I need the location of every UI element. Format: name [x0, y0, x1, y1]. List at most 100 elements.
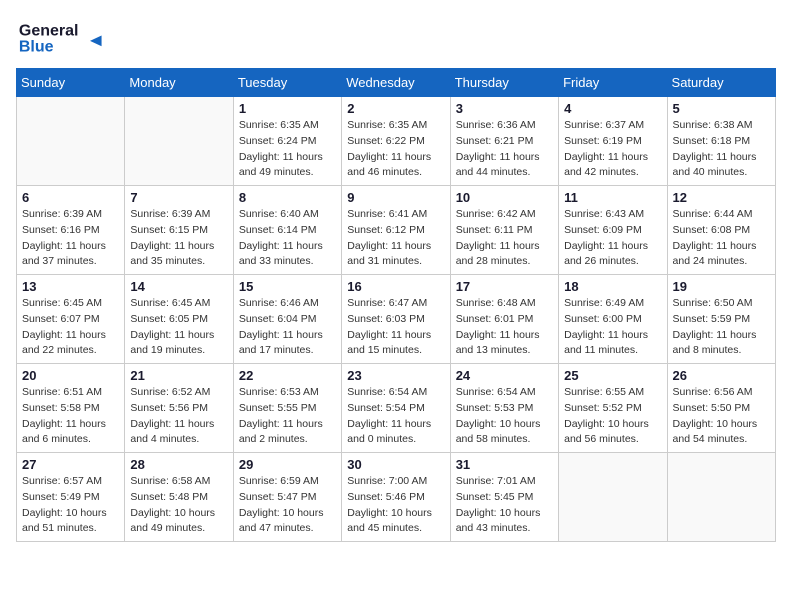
day-number: 3 — [456, 101, 553, 116]
weekday-header-monday: Monday — [125, 69, 233, 97]
svg-text:General: General — [19, 23, 79, 40]
day-number: 4 — [564, 101, 661, 116]
day-detail: Sunrise: 6:46 AM Sunset: 6:04 PM Dayligh… — [239, 296, 336, 359]
day-number: 27 — [22, 457, 119, 472]
day-detail: Sunrise: 6:35 AM Sunset: 6:24 PM Dayligh… — [239, 118, 336, 181]
day-number: 10 — [456, 190, 553, 205]
day-detail: Sunrise: 6:39 AM Sunset: 6:15 PM Dayligh… — [130, 207, 227, 270]
day-detail: Sunrise: 6:43 AM Sunset: 6:09 PM Dayligh… — [564, 207, 661, 270]
svg-text:Blue: Blue — [19, 39, 54, 56]
weekday-header-row: SundayMondayTuesdayWednesdayThursdayFrid… — [17, 69, 776, 97]
day-detail: Sunrise: 6:35 AM Sunset: 6:22 PM Dayligh… — [347, 118, 444, 181]
calendar-cell: 27 Sunrise: 6:57 AM Sunset: 5:49 PM Dayli… — [17, 453, 125, 542]
day-detail: Sunrise: 6:44 AM Sunset: 6:08 PM Dayligh… — [673, 207, 770, 270]
calendar-cell — [17, 97, 125, 186]
page-header: General Blue — [16, 16, 776, 56]
calendar-cell: 13Sunrise: 6:45 AM Sunset: 6:07 PM Dayli… — [17, 275, 125, 364]
day-number: 17 — [456, 279, 553, 294]
logo: General Blue — [16, 16, 116, 56]
day-detail: Sunrise: 6:47 AM Sunset: 6:03 PM Dayligh… — [347, 296, 444, 359]
day-detail: Sunrise: 6:48 AM Sunset: 6:01 PM Dayligh… — [456, 296, 553, 359]
day-detail: Sunrise: 6:37 AM Sunset: 6:19 PM Dayligh… — [564, 118, 661, 181]
calendar-cell: 3 Sunrise: 6:36 AM Sunset: 6:21 PM Daylig… — [450, 97, 558, 186]
day-number: 28 — [130, 457, 227, 472]
day-number: 2 — [347, 101, 444, 116]
day-number: 24 — [456, 368, 553, 383]
calendar-cell: 19 Sunrise: 6:50 AM Sunset: 5:59 PM Dayli… — [667, 275, 775, 364]
calendar-cell: 24Sunrise: 6:54 AM Sunset: 5:53 PM Dayli… — [450, 364, 558, 453]
weekday-header-thursday: Thursday — [450, 69, 558, 97]
weekday-header-sunday: Sunday — [17, 69, 125, 97]
calendar-cell: 23Sunrise: 6:54 AM Sunset: 5:54 PM Dayli… — [342, 364, 450, 453]
day-detail: Sunrise: 6:45 AM Sunset: 6:05 PM Dayligh… — [130, 296, 227, 359]
calendar-cell: 4 Sunrise: 6:37 AM Sunset: 6:19 PM Daylig… — [559, 97, 667, 186]
calendar-cell: 31 Sunrise: 7:01 AM Sunset: 5:45 PM Dayli… — [450, 453, 558, 542]
day-number: 16 — [347, 279, 444, 294]
calendar-cell — [667, 453, 775, 542]
day-detail: Sunrise: 6:36 AM Sunset: 6:21 PM Dayligh… — [456, 118, 553, 181]
day-number: 1 — [239, 101, 336, 116]
calendar-cell: 20Sunrise: 6:51 AM Sunset: 5:58 PM Dayli… — [17, 364, 125, 453]
calendar-cell: 1 Sunrise: 6:35 AM Sunset: 6:24 PM Daylig… — [233, 97, 341, 186]
calendar-table: SundayMondayTuesdayWednesdayThursdayFrid… — [16, 68, 776, 542]
day-number: 22 — [239, 368, 336, 383]
day-number: 19 — [673, 279, 770, 294]
day-detail: Sunrise: 6:56 AM Sunset: 5:50 PM Dayligh… — [673, 385, 770, 448]
weekday-header-tuesday: Tuesday — [233, 69, 341, 97]
day-detail: Sunrise: 6:52 AM Sunset: 5:56 PM Dayligh… — [130, 385, 227, 448]
day-detail: Sunrise: 6:42 AM Sunset: 6:11 PM Dayligh… — [456, 207, 553, 270]
calendar-cell: 14 Sunrise: 6:45 AM Sunset: 6:05 PM Dayli… — [125, 275, 233, 364]
calendar-cell: 16 Sunrise: 6:47 AM Sunset: 6:03 PM Dayli… — [342, 275, 450, 364]
day-detail: Sunrise: 6:41 AM Sunset: 6:12 PM Dayligh… — [347, 207, 444, 270]
week-row-3: 13Sunrise: 6:45 AM Sunset: 6:07 PM Dayli… — [17, 275, 776, 364]
day-number: 6 — [22, 190, 119, 205]
calendar-cell: 11 Sunrise: 6:43 AM Sunset: 6:09 PM Dayli… — [559, 186, 667, 275]
day-number: 12 — [673, 190, 770, 205]
week-row-5: 27 Sunrise: 6:57 AM Sunset: 5:49 PM Dayli… — [17, 453, 776, 542]
day-detail: Sunrise: 6:50 AM Sunset: 5:59 PM Dayligh… — [673, 296, 770, 359]
day-number: 20 — [22, 368, 119, 383]
day-number: 15 — [239, 279, 336, 294]
day-number: 5 — [673, 101, 770, 116]
day-detail: Sunrise: 6:55 AM Sunset: 5:52 PM Dayligh… — [564, 385, 661, 448]
day-detail: Sunrise: 6:53 AM Sunset: 5:55 PM Dayligh… — [239, 385, 336, 448]
day-number: 31 — [456, 457, 553, 472]
day-detail: Sunrise: 6:54 AM Sunset: 5:54 PM Dayligh… — [347, 385, 444, 448]
weekday-header-wednesday: Wednesday — [342, 69, 450, 97]
week-row-4: 20Sunrise: 6:51 AM Sunset: 5:58 PM Dayli… — [17, 364, 776, 453]
calendar-cell: 26 Sunrise: 6:56 AM Sunset: 5:50 PM Dayli… — [667, 364, 775, 453]
calendar-cell — [559, 453, 667, 542]
day-detail: Sunrise: 6:49 AM Sunset: 6:00 PM Dayligh… — [564, 296, 661, 359]
weekday-header-saturday: Saturday — [667, 69, 775, 97]
day-number: 7 — [130, 190, 227, 205]
calendar-cell: 28 Sunrise: 6:58 AM Sunset: 5:48 PM Dayli… — [125, 453, 233, 542]
calendar-cell: 30Sunrise: 7:00 AM Sunset: 5:46 PM Dayli… — [342, 453, 450, 542]
day-detail: Sunrise: 6:45 AM Sunset: 6:07 PM Dayligh… — [22, 296, 119, 359]
calendar-cell: 12 Sunrise: 6:44 AM Sunset: 6:08 PM Dayli… — [667, 186, 775, 275]
day-detail: Sunrise: 6:57 AM Sunset: 5:49 PM Dayligh… — [22, 474, 119, 537]
calendar-cell: 22 Sunrise: 6:53 AM Sunset: 5:55 PM Dayli… — [233, 364, 341, 453]
calendar-cell: 10 Sunrise: 6:42 AM Sunset: 6:11 PM Dayli… — [450, 186, 558, 275]
calendar-cell: 15 Sunrise: 6:46 AM Sunset: 6:04 PM Dayli… — [233, 275, 341, 364]
day-number: 14 — [130, 279, 227, 294]
day-number: 8 — [239, 190, 336, 205]
day-number: 11 — [564, 190, 661, 205]
calendar-cell: 9Sunrise: 6:41 AM Sunset: 6:12 PM Daylig… — [342, 186, 450, 275]
calendar-cell: 7 Sunrise: 6:39 AM Sunset: 6:15 PM Daylig… — [125, 186, 233, 275]
day-detail: Sunrise: 6:38 AM Sunset: 6:18 PM Dayligh… — [673, 118, 770, 181]
day-detail: Sunrise: 6:59 AM Sunset: 5:47 PM Dayligh… — [239, 474, 336, 537]
calendar-cell: 21 Sunrise: 6:52 AM Sunset: 5:56 PM Dayli… — [125, 364, 233, 453]
calendar-cell: 6Sunrise: 6:39 AM Sunset: 6:16 PM Daylig… — [17, 186, 125, 275]
day-number: 30 — [347, 457, 444, 472]
day-number: 29 — [239, 457, 336, 472]
day-detail: Sunrise: 7:01 AM Sunset: 5:45 PM Dayligh… — [456, 474, 553, 537]
calendar-cell: 5 Sunrise: 6:38 AM Sunset: 6:18 PM Daylig… — [667, 97, 775, 186]
week-row-1: 1 Sunrise: 6:35 AM Sunset: 6:24 PM Daylig… — [17, 97, 776, 186]
day-detail: Sunrise: 6:58 AM Sunset: 5:48 PM Dayligh… — [130, 474, 227, 537]
weekday-header-friday: Friday — [559, 69, 667, 97]
calendar-cell: 18Sunrise: 6:49 AM Sunset: 6:00 PM Dayli… — [559, 275, 667, 364]
day-number: 25 — [564, 368, 661, 383]
day-number: 26 — [673, 368, 770, 383]
day-number: 21 — [130, 368, 227, 383]
calendar-cell: 17 Sunrise: 6:48 AM Sunset: 6:01 PM Dayli… — [450, 275, 558, 364]
